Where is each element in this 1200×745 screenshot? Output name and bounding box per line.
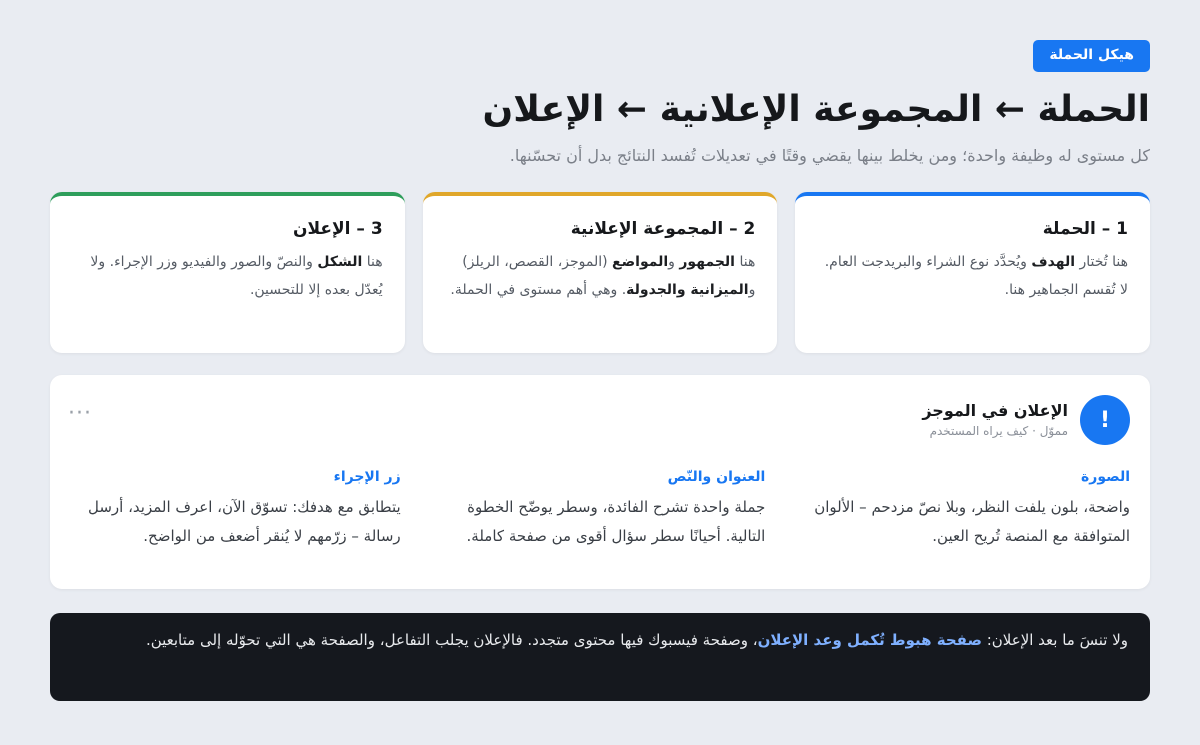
level-title: 1 – الحملة [1042,219,1128,239]
ad-column-cta: زر الإجراء يتطابق مع هدفك: تسوّق الآن، ا… [70,467,401,551]
ad-column-copy: العنوان والنّص جملة واحدة تشرح الفائدة، … [435,467,766,551]
note-highlight: صفحة هبوط تُكمل وعد الإعلان [757,631,982,649]
ad-header-text: الإعلان في الموجز مموّل · كيف يراه المست… [922,400,1068,440]
level-description: هنا الجمهور والمواضع (الموجز، القصص، الر… [450,254,756,298]
ad-columns: الصورة واضحة، بلون يلفت النظر، وبلا نصّ … [70,467,1130,551]
note-text: ، وصفحة فيسبوك فيها محتوى متجدد. فالإعلا… [145,631,758,649]
page: هيكل الحملة الحملة ← المجموعة الإعلانية … [0,0,1200,745]
level-card-campaign: 1 – الحملة هنا تُختار الهدف ويُحدَّد نوع… [795,192,1150,353]
levels-row: 1 – الحملة هنا تُختار الهدف ويُحدَّد نوع… [49,192,1150,353]
column-text: واضحة، بلون يلفت النظر، وبلا نصّ مزدحم –… [814,498,1130,545]
column-text: جملة واحدة تشرح الفائدة، وسطر يوضّح الخط… [466,498,766,545]
landing-page-note: ولا تنسَ ما بعد الإعلان: صفحة هبوط تُكمل… [50,613,1150,701]
more-options-icon[interactable]: ··· [68,401,92,426]
ad-meta: مموّل · كيف يراه المستخدم [929,424,1068,438]
note-text: ولا تنسَ ما بعد الإعلان: [981,631,1128,649]
column-heading: الصورة [1081,469,1130,485]
column-heading: العنوان والنّص [667,469,766,485]
level-description: هنا الشكل والنصّ والصور والفيديو وزر الإ… [90,254,383,298]
level-description: هنا تُختار الهدف ويُحدَّد نوع الشراء وال… [824,254,1128,298]
level-card-ad: 3 – الإعلان هنا الشكل والنصّ والصور والف… [49,192,405,353]
page-subtitle: كل مستوى له وظيفة واحدة؛ ومن يخلط بينها … [509,146,1150,165]
ad-column-image: الصورة واضحة، بلون يلفت النظر، وبلا نصّ … [799,467,1130,551]
ad-preview-card: ! الإعلان في الموجز مموّل · كيف يراه الم… [50,375,1150,589]
exclamation-icon: ! [1080,395,1130,445]
ad-name: الإعلان في الموجز [922,401,1068,420]
section-badge: هيكل الحملة [1033,40,1150,72]
column-text: يتطابق مع هدفك: تسوّق الآن، اعرف المزيد،… [87,498,401,545]
ad-header: ! الإعلان في الموجز مموّل · كيف يراه الم… [70,395,1130,445]
page-title: الحملة ← المجموعة الإعلانية ← الإعلان [482,89,1150,130]
level-card-adset: 2 – المجموعة الإعلانية هنا الجمهور والمو… [422,192,778,353]
column-heading: زر الإجراء [333,469,401,485]
level-title: 2 – المجموعة الإعلانية [570,219,756,239]
level-title: 3 – الإعلان [292,219,383,239]
